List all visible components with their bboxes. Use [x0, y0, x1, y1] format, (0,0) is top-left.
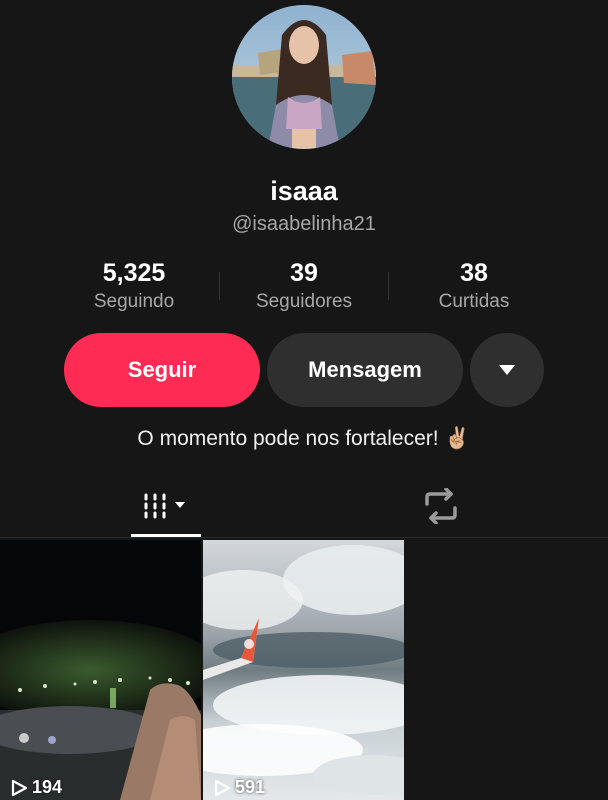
- tab-videos[interactable]: [131, 478, 201, 534]
- video-thumbnail-image: [203, 540, 404, 800]
- video-thumbnail-image: [0, 540, 201, 800]
- caret-down-icon: [499, 365, 515, 375]
- view-count: 194: [10, 777, 62, 798]
- profile-avatar[interactable]: [232, 5, 376, 149]
- play-icon: [11, 779, 28, 796]
- username: @isaabelinha21: [232, 213, 376, 235]
- view-count: 591: [213, 777, 265, 798]
- view-count-value: 194: [32, 777, 63, 797]
- display-name: isaaa: [270, 176, 338, 206]
- message-button-label: Mensagem: [308, 357, 422, 382]
- follow-button-label: Seguir: [127, 357, 197, 382]
- video-thumbnail[interactable]: 591: [203, 540, 404, 800]
- dropdown-caret-icon: [175, 502, 185, 508]
- play-icon: [214, 779, 231, 796]
- stat-likes[interactable]: 38 Curtidas: [374, 256, 574, 314]
- more-options-button[interactable]: [470, 333, 544, 407]
- profile-bio: O momento pode nos fortalecer! ✌🏼: [137, 427, 471, 450]
- grid-lines-icon: [144, 493, 185, 519]
- repost-icon: [425, 488, 457, 524]
- likes-count: 38: [460, 259, 488, 287]
- likes-label: Curtidas: [438, 291, 510, 312]
- tabs-divider: [0, 537, 608, 538]
- video-thumbnail[interactable]: 194: [0, 540, 201, 800]
- message-button[interactable]: Mensagem: [267, 333, 463, 407]
- tab-reposts[interactable]: [405, 478, 477, 534]
- follow-button[interactable]: Seguir: [64, 333, 260, 407]
- avatar-photo: [232, 5, 376, 149]
- view-count-value: 591: [235, 777, 266, 797]
